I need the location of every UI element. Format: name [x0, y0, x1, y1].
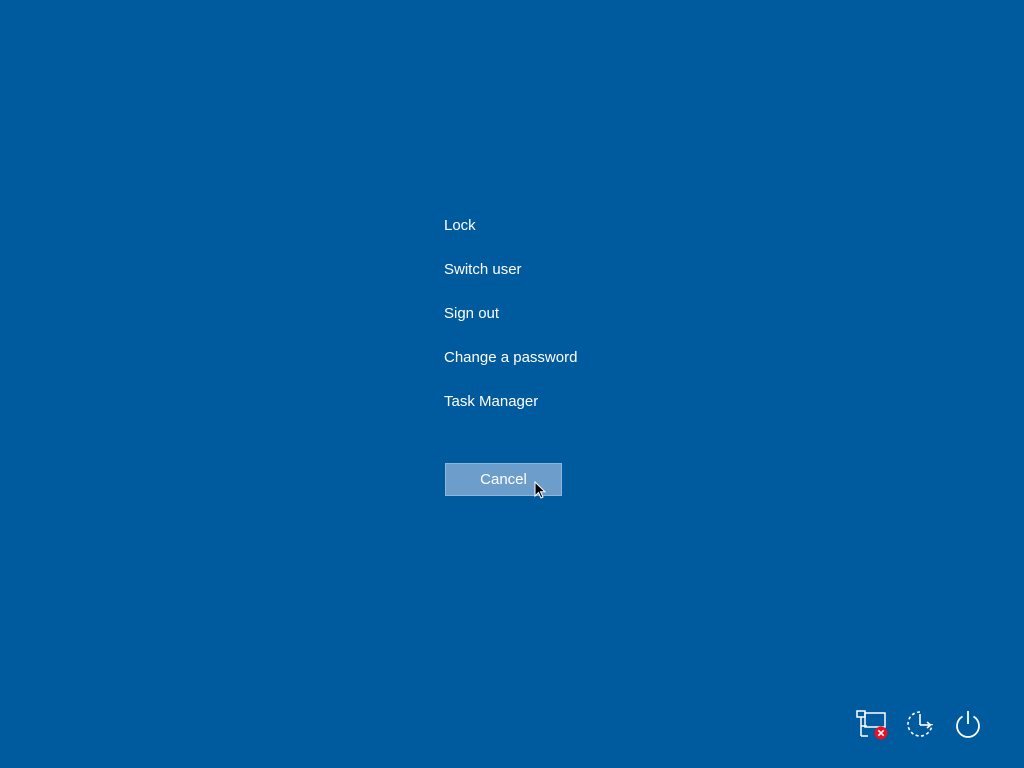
ease-of-access-button[interactable] [900, 704, 940, 744]
security-options-screen: Lock Switch user Sign out Change a passw… [0, 0, 1024, 768]
power-icon [956, 711, 980, 738]
network-button[interactable] [852, 704, 892, 744]
menu-item-task-manager[interactable]: Task Manager [444, 389, 577, 433]
menu-item-sign-out[interactable]: Sign out [444, 301, 577, 345]
ease-of-access-icon [907, 711, 933, 737]
security-options-menu: Lock Switch user Sign out Change a passw… [444, 213, 577, 433]
menu-item-change-password[interactable]: Change a password [444, 345, 577, 389]
network-disconnected-icon [856, 710, 888, 740]
menu-item-switch-user[interactable]: Switch user [444, 257, 577, 301]
power-button[interactable] [948, 704, 988, 744]
menu-item-lock[interactable]: Lock [444, 213, 577, 257]
mouse-cursor-icon [534, 481, 546, 499]
